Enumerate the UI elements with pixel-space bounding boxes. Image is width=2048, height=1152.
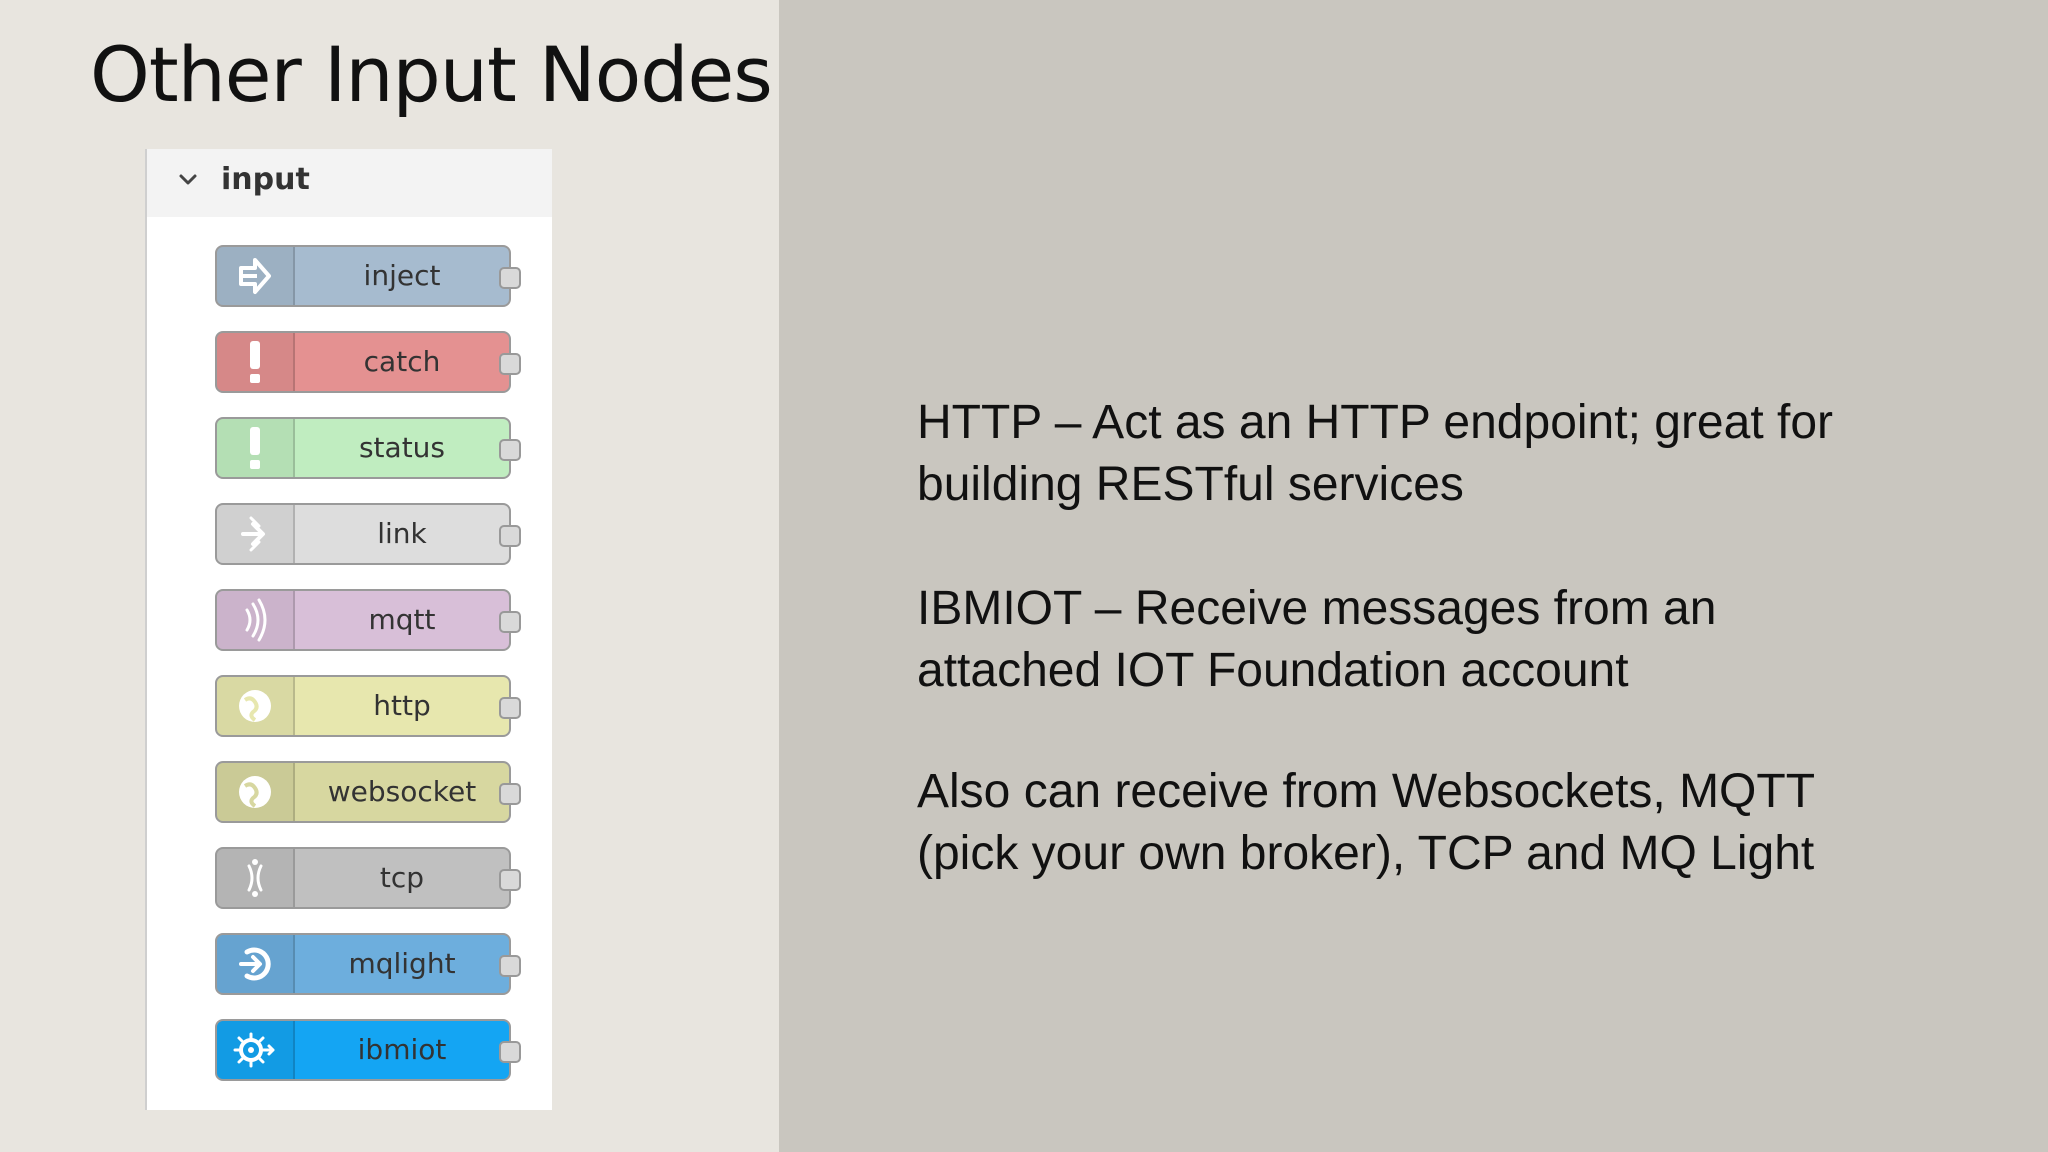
palette-node-label: status bbox=[358, 431, 446, 464]
bridge-icon bbox=[217, 849, 295, 907]
palette-node-label: mqtt bbox=[368, 603, 436, 636]
description-line: Also can receive from Websockets, MQTT bbox=[917, 765, 1816, 818]
link-arrow-icon bbox=[217, 505, 295, 563]
palette-category-label: input bbox=[221, 162, 310, 197]
palette-node-ibmiot[interactable]: ibmiot bbox=[215, 1019, 521, 1081]
description-line: building RESTful services bbox=[917, 458, 1464, 511]
palette-category-header[interactable]: input bbox=[147, 149, 552, 217]
palette-node-status[interactable]: status bbox=[215, 417, 521, 479]
output-port[interactable] bbox=[499, 783, 521, 805]
right-panel bbox=[779, 0, 2048, 1152]
palette-node-label: link bbox=[377, 517, 427, 550]
exclamation-icon bbox=[217, 419, 295, 477]
palette-node-label: mqlight bbox=[348, 947, 456, 980]
palette-node-label: tcp bbox=[379, 861, 425, 894]
palette-node-link[interactable]: link bbox=[215, 503, 521, 565]
mqlight-arrow-icon bbox=[217, 935, 295, 993]
description-line: attached IOT Foundation account bbox=[917, 644, 1629, 697]
node-palette: input inject catch status link mqtt http… bbox=[145, 149, 552, 1110]
gear-chip-icon bbox=[217, 1021, 295, 1079]
palette-node-label: ibmiot bbox=[357, 1033, 447, 1066]
palette-node-mqlight[interactable]: mqlight bbox=[215, 933, 521, 995]
palette-node-label: websocket bbox=[327, 775, 477, 808]
globe-icon bbox=[217, 763, 295, 821]
output-port[interactable] bbox=[499, 611, 521, 633]
output-port[interactable] bbox=[499, 353, 521, 375]
palette-node-label: inject bbox=[363, 259, 441, 292]
palette-node-catch[interactable]: catch bbox=[215, 331, 521, 393]
output-port[interactable] bbox=[499, 525, 521, 547]
palette-node-inject[interactable]: inject bbox=[215, 245, 521, 307]
palette-node-mqtt[interactable]: mqtt bbox=[215, 589, 521, 651]
description-other-inputs: Also can receive from Websockets, MQTT (… bbox=[917, 761, 1977, 885]
description-ibmiot: IBMIOT – Receive messages from an attach… bbox=[917, 578, 1977, 702]
inject-arrow-icon bbox=[217, 247, 295, 305]
slide-title: Other Input Nodes bbox=[90, 30, 773, 119]
palette-node-websocket[interactable]: websocket bbox=[215, 761, 521, 823]
radio-waves-icon bbox=[217, 591, 295, 649]
palette-node-label: catch bbox=[363, 345, 441, 378]
output-port[interactable] bbox=[499, 869, 521, 891]
palette-node-http[interactable]: http bbox=[215, 675, 521, 737]
output-port[interactable] bbox=[499, 697, 521, 719]
output-port[interactable] bbox=[499, 1041, 521, 1063]
description-line: (pick your own broker), TCP and MQ Light bbox=[917, 827, 1815, 880]
description-http: HTTP – Act as an HTTP endpoint; great fo… bbox=[917, 392, 1977, 516]
output-port[interactable] bbox=[499, 267, 521, 289]
chevron-down-icon[interactable] bbox=[173, 165, 203, 195]
description-line: HTTP – Act as an HTTP endpoint; great fo… bbox=[917, 396, 1834, 449]
description-line: IBMIOT – Receive messages from an bbox=[917, 582, 1717, 635]
palette-node-tcp[interactable]: tcp bbox=[215, 847, 521, 909]
globe-icon bbox=[217, 677, 295, 735]
output-port[interactable] bbox=[499, 955, 521, 977]
palette-node-label: http bbox=[373, 689, 431, 722]
output-port[interactable] bbox=[499, 439, 521, 461]
exclamation-icon bbox=[217, 333, 295, 391]
